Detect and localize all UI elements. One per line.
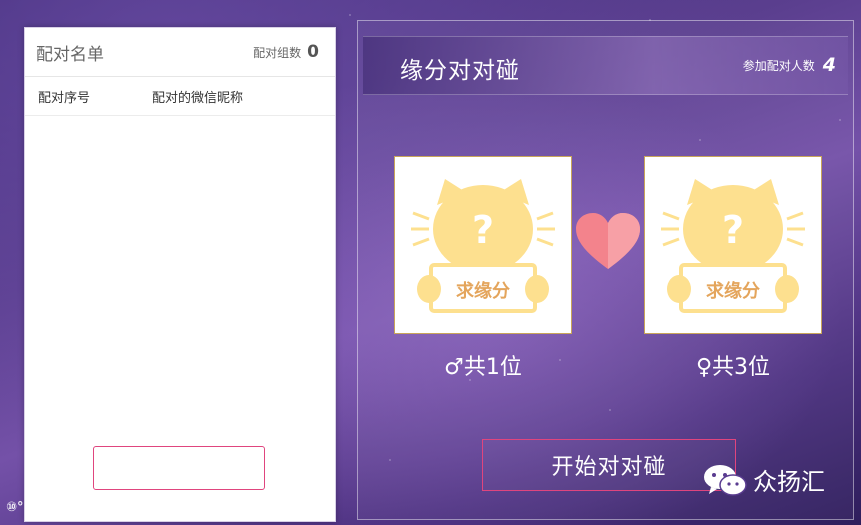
pairing-list-title: 配对名单 [36,44,104,65]
group-count: 配对组数 0 [253,42,319,62]
female-count-label: ♀共3位 [695,355,771,380]
participants-count: 参加配对人数 4 [743,54,836,76]
svg-text:?: ? [722,208,744,252]
svg-text:?: ? [472,208,494,252]
matching-panel: 缘分对对碰 参加配对人数 4 ? 求缘分 ? 求缘分 ♂共1位 ♀共3位 开始对… [357,20,854,520]
pairing-list-header: 配对名单 配对组数 0 [25,28,335,77]
participants-value: 4 [822,54,836,76]
cat-placeholder-icon: ? [411,179,555,313]
watermark-logo-icon: ⑩° [6,499,24,515]
matching-title: 缘分对对碰 [400,58,520,84]
column-wechat-nickname: 配对的微信昵称 [152,90,244,106]
wechat-icon [704,464,747,496]
male-count-label: ♂共1位 [444,355,522,380]
watermark-left: ⑩° 大数跨境 [6,497,84,517]
heart-icon [576,213,640,269]
watermark-right: 众扬汇 [703,462,825,497]
pairing-table-header: 配对序号 配对的微信昵称 [25,77,335,116]
group-count-label: 配对组数 [253,45,302,60]
participants-label: 参加配对人数 [742,58,815,73]
male-card-text: 求缘分 [456,281,510,302]
cat-placeholder-icon: ? [661,179,805,313]
matching-header: 缘分对对碰 参加配对人数 4 [363,36,848,95]
male-card[interactable]: ? 求缘分 [394,156,572,334]
female-card-text: 求缘分 [706,281,760,302]
female-card[interactable]: ? 求缘分 [644,156,822,334]
pairing-input-box[interactable] [93,446,265,490]
watermark-left-text: 大数跨境 [27,500,84,516]
pairing-list-panel: 配对名单 配对组数 0 配对序号 配对的微信昵称 [24,27,336,522]
watermark-right-text: 众扬汇 [753,468,825,496]
group-count-value: 0 [307,42,319,62]
start-matching-button[interactable]: 开始对对碰 [482,439,736,491]
column-pair-number: 配对序号 [38,90,91,106]
